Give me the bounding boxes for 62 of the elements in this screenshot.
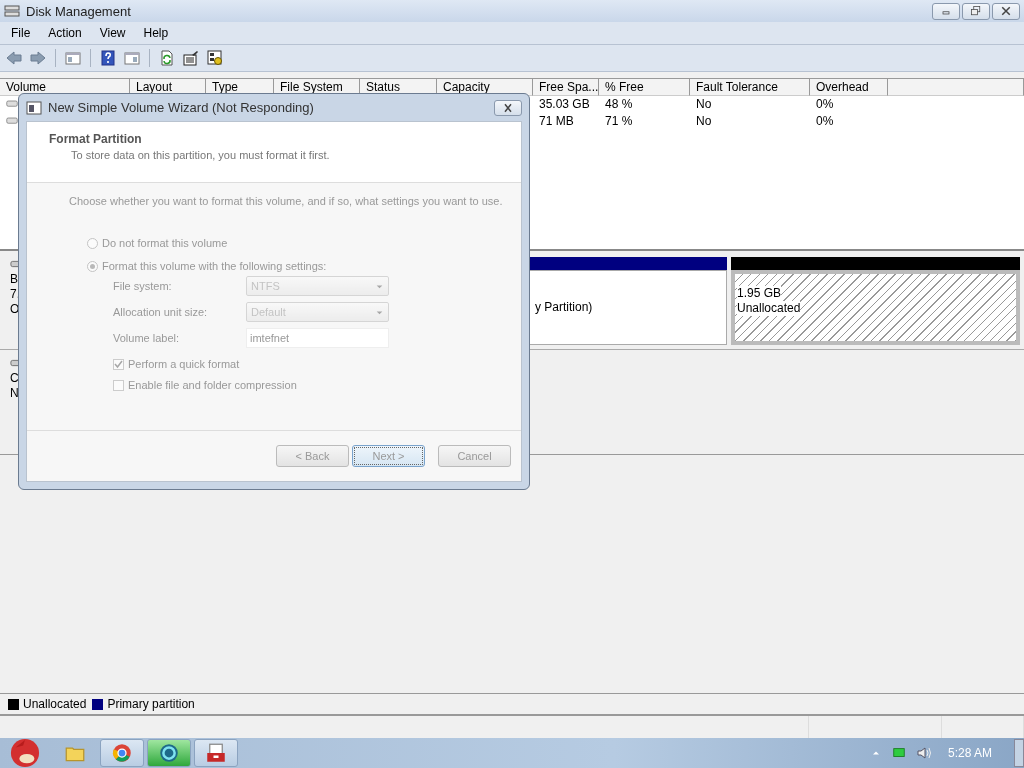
menu-item[interactable]: Help [134,26,178,40]
restore-icon [970,5,982,17]
menu-item[interactable]: Action [39,26,91,40]
close-button[interactable] [992,2,1020,20]
menu-item[interactable]: File [2,26,40,40]
field-label: File system: [113,280,173,292]
ring-icon [159,743,179,763]
help-button[interactable] [98,48,118,68]
table-cell-text: No [695,96,713,113]
table-cell-text: 71 % [604,113,634,130]
checkbox-label: Perform a quick format [128,358,240,370]
show-desktop-button[interactable] [1014,739,1024,767]
minimize-button[interactable] [932,2,960,20]
instruction-text: Choose whether you want to format this volume, and if so, what settings you want to use. [69,195,504,207]
refresh-icon [159,50,175,66]
taskbar-button[interactable] [100,739,144,767]
pane-icon [65,50,81,66]
speaker-icon [915,745,932,761]
disk-label: N [10,387,20,400]
back-icon [6,50,22,66]
restore-button[interactable] [962,2,990,20]
network-icon [891,746,906,760]
legend-label: Unallocated [23,697,87,711]
legend-label: Primary partition [107,697,195,711]
checkbox-label: Enable file and folder compression [128,379,297,391]
forward-button[interactable] [28,48,48,68]
column-header[interactable]: Overhead [810,79,888,96]
table-cell-text: 35.03 GB [538,96,591,113]
close-icon [1000,5,1012,17]
field-label: Allocation unit size: [113,306,209,318]
pane-icon [124,50,140,66]
start-icon [10,738,40,768]
back-button[interactable] [4,48,24,68]
table-cell-text: 48 % [604,96,634,113]
disk-label: C [10,372,20,385]
help-icon [100,50,116,66]
page-subheading: To store data on this partition, you must format it first. [70,149,331,161]
table-cell-text: 0% [815,113,835,130]
taskbar-button[interactable] [147,739,191,767]
forward-icon [30,50,46,66]
table-cell-text: 0% [815,96,835,113]
column-header[interactable]: Free Spa... [533,79,599,96]
taskbar-button[interactable] [194,739,238,767]
table-cell-text: No [695,113,713,130]
window-title: Disk Management [26,3,131,19]
column-header[interactable]: % Free [599,79,690,96]
page-heading: Format Partition [49,132,143,146]
partition-block[interactable]: 1.95 GB Unallocated [731,270,1020,345]
toolbox-icon [206,743,226,763]
field-label: Volume label: [113,332,181,344]
option-label: Do not format this volume [102,237,228,249]
window-icon [26,99,42,116]
browser-icon [112,743,132,763]
drive-icon [4,115,20,127]
table-cell-text: 71 MB [538,113,575,130]
close-icon [502,101,514,114]
menu-item[interactable]: View [90,26,135,40]
column-header[interactable]: Fault Tolerance [690,79,810,96]
option-label: Format this volume with the following settings: [102,260,327,272]
dialog-title: New Simple Volume Wizard (Not Responding) [48,100,314,115]
drive-icon [4,98,20,110]
disk-icon [4,3,20,19]
